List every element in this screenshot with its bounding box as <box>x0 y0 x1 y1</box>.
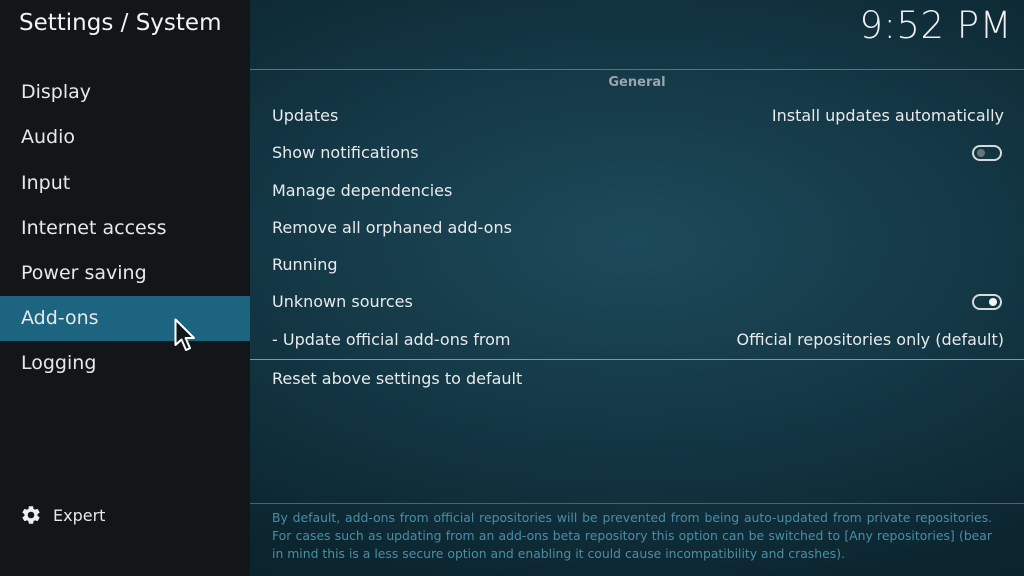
setting-remove-orphaned-add-ons[interactable]: Remove all orphaned add-ons <box>272 213 1004 243</box>
section-header-general: General <box>608 75 666 90</box>
expert-level-button[interactable]: Expert <box>20 502 105 528</box>
description-divider <box>250 503 1024 504</box>
sidebar-item-logging[interactable]: Logging <box>0 341 250 386</box>
list-divider <box>250 359 1024 360</box>
mouse-pointer-icon <box>174 318 195 351</box>
expert-label: Expert <box>53 505 106 525</box>
reset-label: Reset above settings to default <box>272 369 523 388</box>
setting-show-notifications[interactable]: Show notifications <box>272 138 1004 168</box>
page-title: Settings / System <box>19 10 222 36</box>
setting-label: - Update official add-ons from <box>272 330 511 349</box>
sidebar-item-power-saving[interactable]: Power saving <box>0 251 250 296</box>
sidebar-item-add-ons[interactable]: Add-ons <box>0 296 250 341</box>
sidebar-item-internet-access[interactable]: Internet access <box>0 206 250 251</box>
toggle-knob <box>989 298 997 306</box>
setting-label: Unknown sources <box>272 292 413 311</box>
sidebar-item-audio[interactable]: Audio <box>0 115 250 160</box>
sidebar: Settings / System Display Audio Input In… <box>0 0 250 576</box>
setting-label: Running <box>272 255 338 274</box>
setting-value: Official repositories only (default) <box>736 330 1005 349</box>
setting-description: By default, add-ons from official reposi… <box>272 510 992 561</box>
setting-label: Remove all orphaned add-ons <box>272 218 512 237</box>
sidebar-item-display[interactable]: Display <box>0 70 250 115</box>
settings-window: Settings / System Display Audio Input In… <box>0 0 1024 576</box>
setting-updates[interactable]: Updates Install updates automatically <box>272 101 1004 131</box>
setting-update-official-add-ons-from[interactable]: - Update official add-ons from Official … <box>272 325 1004 355</box>
setting-manage-dependencies[interactable]: Manage dependencies <box>272 176 1004 206</box>
setting-running[interactable]: Running <box>272 250 1004 280</box>
clock: 9:52 PM <box>859 4 1012 47</box>
header-divider <box>250 69 1024 70</box>
setting-label: Show notifications <box>272 143 419 162</box>
setting-value: Install updates automatically <box>771 106 1004 125</box>
toggle-switch-on[interactable] <box>972 294 1002 310</box>
gear-icon <box>22 506 40 524</box>
sidebar-item-input[interactable]: Input <box>0 161 250 206</box>
toggle-switch-off[interactable] <box>972 145 1002 161</box>
setting-label: Updates <box>272 106 339 125</box>
reset-settings-button[interactable]: Reset above settings to default <box>272 364 1004 394</box>
setting-unknown-sources[interactable]: Unknown sources <box>272 287 1004 317</box>
toggle-knob <box>977 149 985 157</box>
setting-label: Manage dependencies <box>272 181 453 200</box>
